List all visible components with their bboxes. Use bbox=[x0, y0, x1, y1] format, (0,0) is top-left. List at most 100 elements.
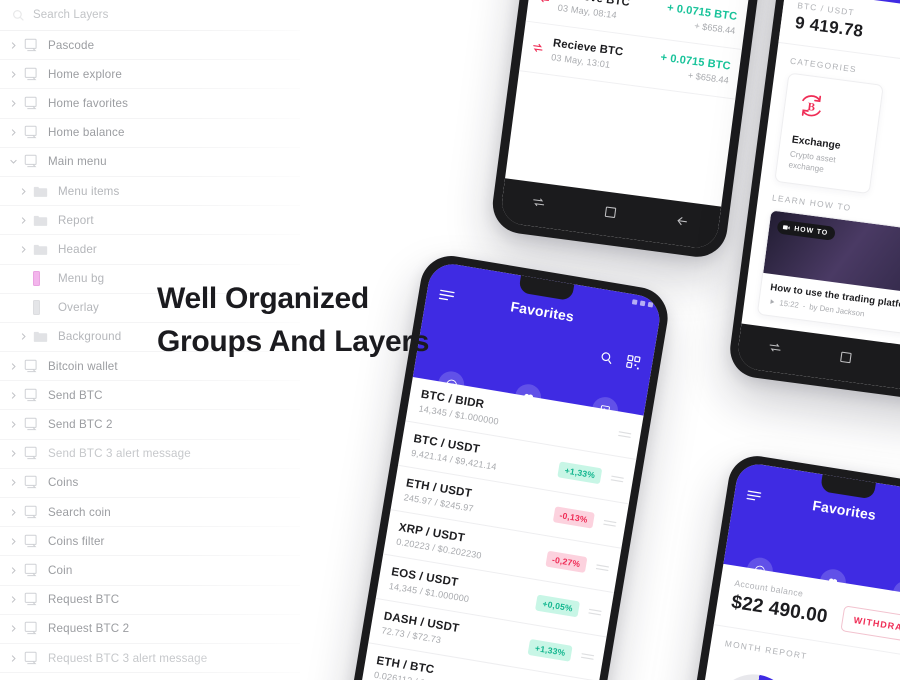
chevron-right-icon[interactable] bbox=[16, 242, 30, 256]
layer-row[interactable]: Home favorites bbox=[0, 89, 300, 119]
compass-icon[interactable] bbox=[436, 369, 467, 400]
layer-row[interactable]: Report bbox=[0, 206, 300, 236]
folder-icon bbox=[33, 241, 51, 257]
withdraw-button[interactable]: WITHDRAW bbox=[839, 605, 900, 644]
chevron-right-icon[interactable] bbox=[6, 418, 20, 432]
status-bar-icons bbox=[631, 299, 654, 308]
search-layers-row[interactable] bbox=[0, 0, 300, 31]
headline-line-2: Groups And Layers bbox=[157, 324, 430, 358]
chevron-right-icon[interactable] bbox=[16, 213, 30, 227]
grid-icon[interactable] bbox=[891, 578, 900, 609]
sparkline-icon bbox=[580, 647, 596, 667]
phone-notch bbox=[819, 474, 876, 500]
sparkline-icon bbox=[595, 558, 611, 578]
sparkline-icon bbox=[602, 514, 618, 534]
layer-row[interactable]: Pascode bbox=[0, 31, 300, 61]
layer-row[interactable]: Send BTC 3 alert message bbox=[0, 440, 300, 469]
layer-label: Overlay bbox=[58, 301, 99, 315]
howto-badge-label: HOW TO bbox=[793, 225, 829, 237]
search-icon bbox=[12, 9, 25, 22]
layer-row[interactable]: Request BTC 3 alert message bbox=[0, 644, 300, 674]
chevron-right-icon[interactable] bbox=[6, 447, 20, 461]
artboard-icon bbox=[23, 125, 41, 141]
layer-label: Home favorites bbox=[48, 96, 129, 110]
phone-mockup-explore: BTC / USDT 9 419.78 CATEGORIES B Exchang… bbox=[726, 0, 900, 405]
layer-row[interactable]: Header bbox=[0, 235, 300, 265]
layer-row[interactable]: Home balance bbox=[0, 119, 300, 148]
chevron-right-icon[interactable] bbox=[6, 359, 20, 373]
layer-row[interactable]: Request BTC bbox=[0, 586, 300, 615]
back-icon[interactable] bbox=[673, 213, 690, 235]
folder-icon bbox=[33, 183, 51, 199]
change-badge: +1,33% bbox=[527, 638, 573, 662]
chevron-down-icon[interactable] bbox=[6, 155, 20, 169]
phone-mockup-transactions: Send BTC11 July, 17:05- 0.043010 BTC- $3… bbox=[489, 0, 785, 261]
artboard-icon bbox=[23, 417, 41, 433]
chevron-right-icon[interactable] bbox=[6, 534, 20, 548]
compass-icon[interactable] bbox=[744, 555, 775, 586]
chevron-right-icon[interactable] bbox=[6, 563, 20, 577]
color-swatch-icon bbox=[33, 300, 51, 316]
change-badge: +1,33% bbox=[557, 461, 603, 485]
chevron-right-icon[interactable] bbox=[6, 593, 20, 607]
artboard-icon bbox=[23, 95, 41, 111]
transaction-list[interactable]: Send BTC11 July, 17:05- 0.043010 BTC- $3… bbox=[519, 0, 775, 100]
chevron-right-icon[interactable] bbox=[6, 38, 20, 52]
chevron-right-icon[interactable] bbox=[6, 388, 20, 402]
balance-header: Favorites bbox=[723, 461, 900, 609]
artboard-icon bbox=[23, 358, 41, 374]
artboard-icon bbox=[23, 650, 41, 666]
layer-row[interactable]: Coin bbox=[0, 556, 300, 586]
layer-label: Coin bbox=[48, 563, 73, 577]
chevron-right-icon[interactable] bbox=[16, 330, 30, 344]
transfer-icon[interactable] bbox=[530, 194, 547, 216]
video-duration: 15:22 bbox=[778, 298, 800, 310]
layer-row[interactable]: Coins bbox=[0, 469, 300, 498]
category-card-exchange[interactable]: B Exchange Crypto asset exchange bbox=[774, 72, 884, 195]
layer-label: Request BTC 2 bbox=[48, 622, 130, 636]
chevron-right-icon[interactable] bbox=[16, 184, 30, 198]
search-input[interactable] bbox=[33, 9, 233, 21]
square-icon[interactable] bbox=[602, 204, 618, 225]
heart-icon[interactable] bbox=[817, 567, 848, 598]
layer-row[interactable]: Request BTC 2 bbox=[0, 615, 300, 644]
chevron-right-icon[interactable] bbox=[16, 301, 30, 315]
artboard-icon bbox=[23, 562, 41, 578]
phone1-screen: Send BTC11 July, 17:05- 0.043010 BTC- $3… bbox=[499, 0, 775, 251]
chevron-right-icon[interactable] bbox=[6, 622, 20, 636]
transfer-arrows-icon bbox=[529, 40, 548, 55]
chevron-right-icon[interactable] bbox=[6, 126, 20, 140]
layer-row[interactable]: Menu items bbox=[0, 177, 300, 207]
chevron-right-icon[interactable] bbox=[6, 505, 20, 519]
chevron-right-icon[interactable] bbox=[16, 272, 30, 286]
qr-icon[interactable] bbox=[624, 354, 641, 375]
chevron-right-icon[interactable] bbox=[6, 476, 20, 490]
artboard-icon bbox=[23, 66, 41, 82]
layer-row[interactable]: Search coin bbox=[0, 498, 300, 528]
heart-icon[interactable] bbox=[513, 382, 544, 413]
layer-row[interactable]: Home explore bbox=[0, 60, 300, 90]
chevron-right-icon[interactable] bbox=[6, 651, 20, 665]
transfer-icon[interactable] bbox=[766, 339, 783, 361]
chevron-right-icon[interactable] bbox=[6, 67, 20, 81]
layer-row[interactable]: Send BTC bbox=[0, 381, 300, 411]
play-small-icon bbox=[770, 299, 775, 305]
grid-icon[interactable] bbox=[590, 395, 620, 426]
layer-row[interactable]: Send BTC 2 bbox=[0, 410, 300, 440]
artboard-icon bbox=[23, 592, 41, 608]
howto-badge: HOW TO bbox=[776, 219, 836, 242]
layer-label: Background bbox=[58, 330, 122, 344]
layer-row[interactable]: BTC Address bbox=[0, 673, 300, 680]
square-icon[interactable] bbox=[837, 349, 853, 370]
video-sep: - bbox=[802, 301, 806, 311]
change-badge: -0,27% bbox=[544, 550, 588, 574]
artboard-icon bbox=[23, 446, 41, 462]
headline-line-1: Well Organized bbox=[157, 282, 369, 315]
transfer-arrows-icon bbox=[535, 0, 554, 6]
phone4-screen: Favorites Account balance $22 490.00 WIT… bbox=[667, 461, 900, 680]
layer-row[interactable]: Coins filter bbox=[0, 527, 300, 557]
android-navbar[interactable] bbox=[499, 178, 722, 251]
chevron-right-icon[interactable] bbox=[6, 96, 20, 110]
layer-row[interactable]: Main menu bbox=[0, 148, 300, 177]
search-icon[interactable] bbox=[598, 350, 615, 371]
